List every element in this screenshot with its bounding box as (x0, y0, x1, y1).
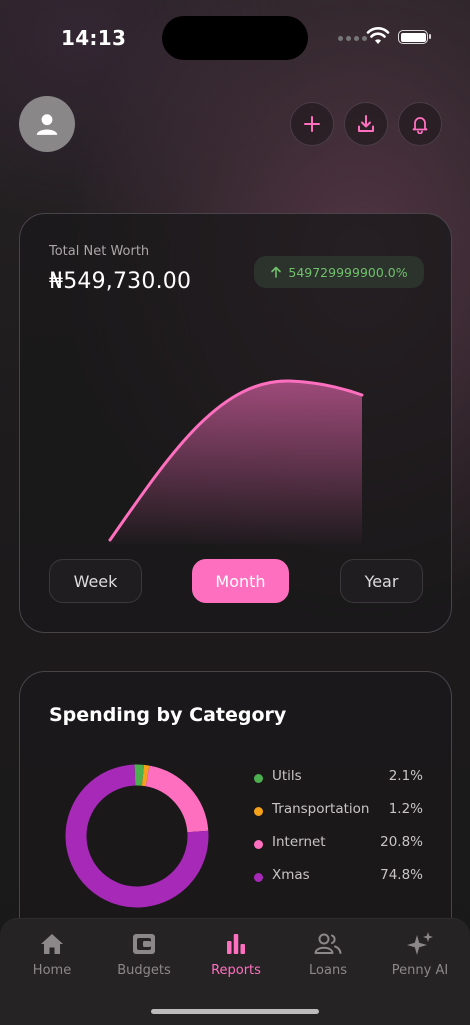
net-worth-value: ₦549,730.00 (49, 269, 192, 294)
legend-percent: 1.2% (388, 801, 423, 817)
tab-label: Home (32, 963, 72, 978)
period-month-button[interactable]: Month (192, 559, 289, 603)
period-week-button[interactable]: Week (49, 559, 142, 603)
legend-dot (254, 873, 263, 882)
status-bar: 14:13 (0, 0, 470, 76)
net-worth-change: 549729999900.0% (288, 264, 408, 280)
legend-label: Transportation (272, 801, 370, 817)
tab-reports[interactable]: Reports (189, 927, 283, 989)
legend-percent: 74.8% (380, 867, 423, 883)
legend-item-xmas: Xmas 74.8% (250, 867, 425, 900)
download-icon (358, 115, 374, 132)
net-worth-chart (108, 379, 364, 544)
legend-percent: 2.1% (388, 768, 423, 784)
home-indicator (151, 1009, 319, 1014)
wallet-icon (133, 934, 155, 954)
spending-legend: Utils 2.1% Transportation 1.2% Internet … (250, 768, 425, 900)
profile-avatar[interactable] (19, 96, 75, 152)
tab-label: Penny AI (391, 963, 449, 978)
legend-label: Internet (272, 834, 326, 850)
home-icon (41, 934, 63, 954)
spending-title: Spending by Category (49, 704, 287, 726)
tab-label: Loans (309, 963, 347, 978)
tab-label: Budgets (117, 963, 171, 978)
legend-percent: 20.8% (380, 834, 423, 850)
tab-loans[interactable]: Loans (281, 927, 375, 989)
net-worth-change-badge: 549729999900.0% (254, 256, 424, 288)
cellular-signal-icon (338, 36, 367, 41)
period-year-button[interactable]: Year (340, 559, 423, 603)
net-worth-card: Total Net Worth ₦549,730.00 549729999900… (19, 213, 452, 633)
download-button[interactable] (344, 102, 388, 146)
tab-home[interactable]: Home (5, 927, 99, 989)
legend-item-internet: Internet 20.8% (250, 834, 425, 867)
plus-icon (304, 116, 320, 132)
status-time: 14:13 (61, 26, 127, 50)
legend-dot (254, 807, 263, 816)
notifications-button[interactable] (398, 102, 442, 146)
bar-chart-icon (227, 934, 245, 954)
legend-dot (254, 840, 263, 849)
people-icon (314, 933, 342, 954)
wifi-icon (366, 27, 390, 44)
net-worth-area (110, 380, 362, 544)
add-button[interactable] (290, 102, 334, 146)
legend-item-transportation: Transportation 1.2% (250, 801, 425, 834)
net-worth-label: Total Net Worth (49, 244, 150, 259)
arrow-up-icon (271, 266, 282, 278)
bell-icon (412, 117, 428, 134)
dynamic-island (162, 16, 308, 60)
legend-label: Xmas (272, 867, 310, 883)
tab-budgets[interactable]: Budgets (97, 927, 191, 989)
legend-item-utils: Utils 2.1% (250, 768, 425, 801)
legend-label: Utils (272, 768, 302, 784)
tab-label: Reports (211, 963, 261, 978)
person-icon (36, 114, 58, 135)
battery-icon (398, 30, 431, 44)
sparkles-icon (407, 932, 433, 955)
legend-dot (254, 774, 263, 783)
spending-donut-chart (65, 764, 209, 908)
tab-penny-ai[interactable]: Penny AI (373, 927, 467, 989)
